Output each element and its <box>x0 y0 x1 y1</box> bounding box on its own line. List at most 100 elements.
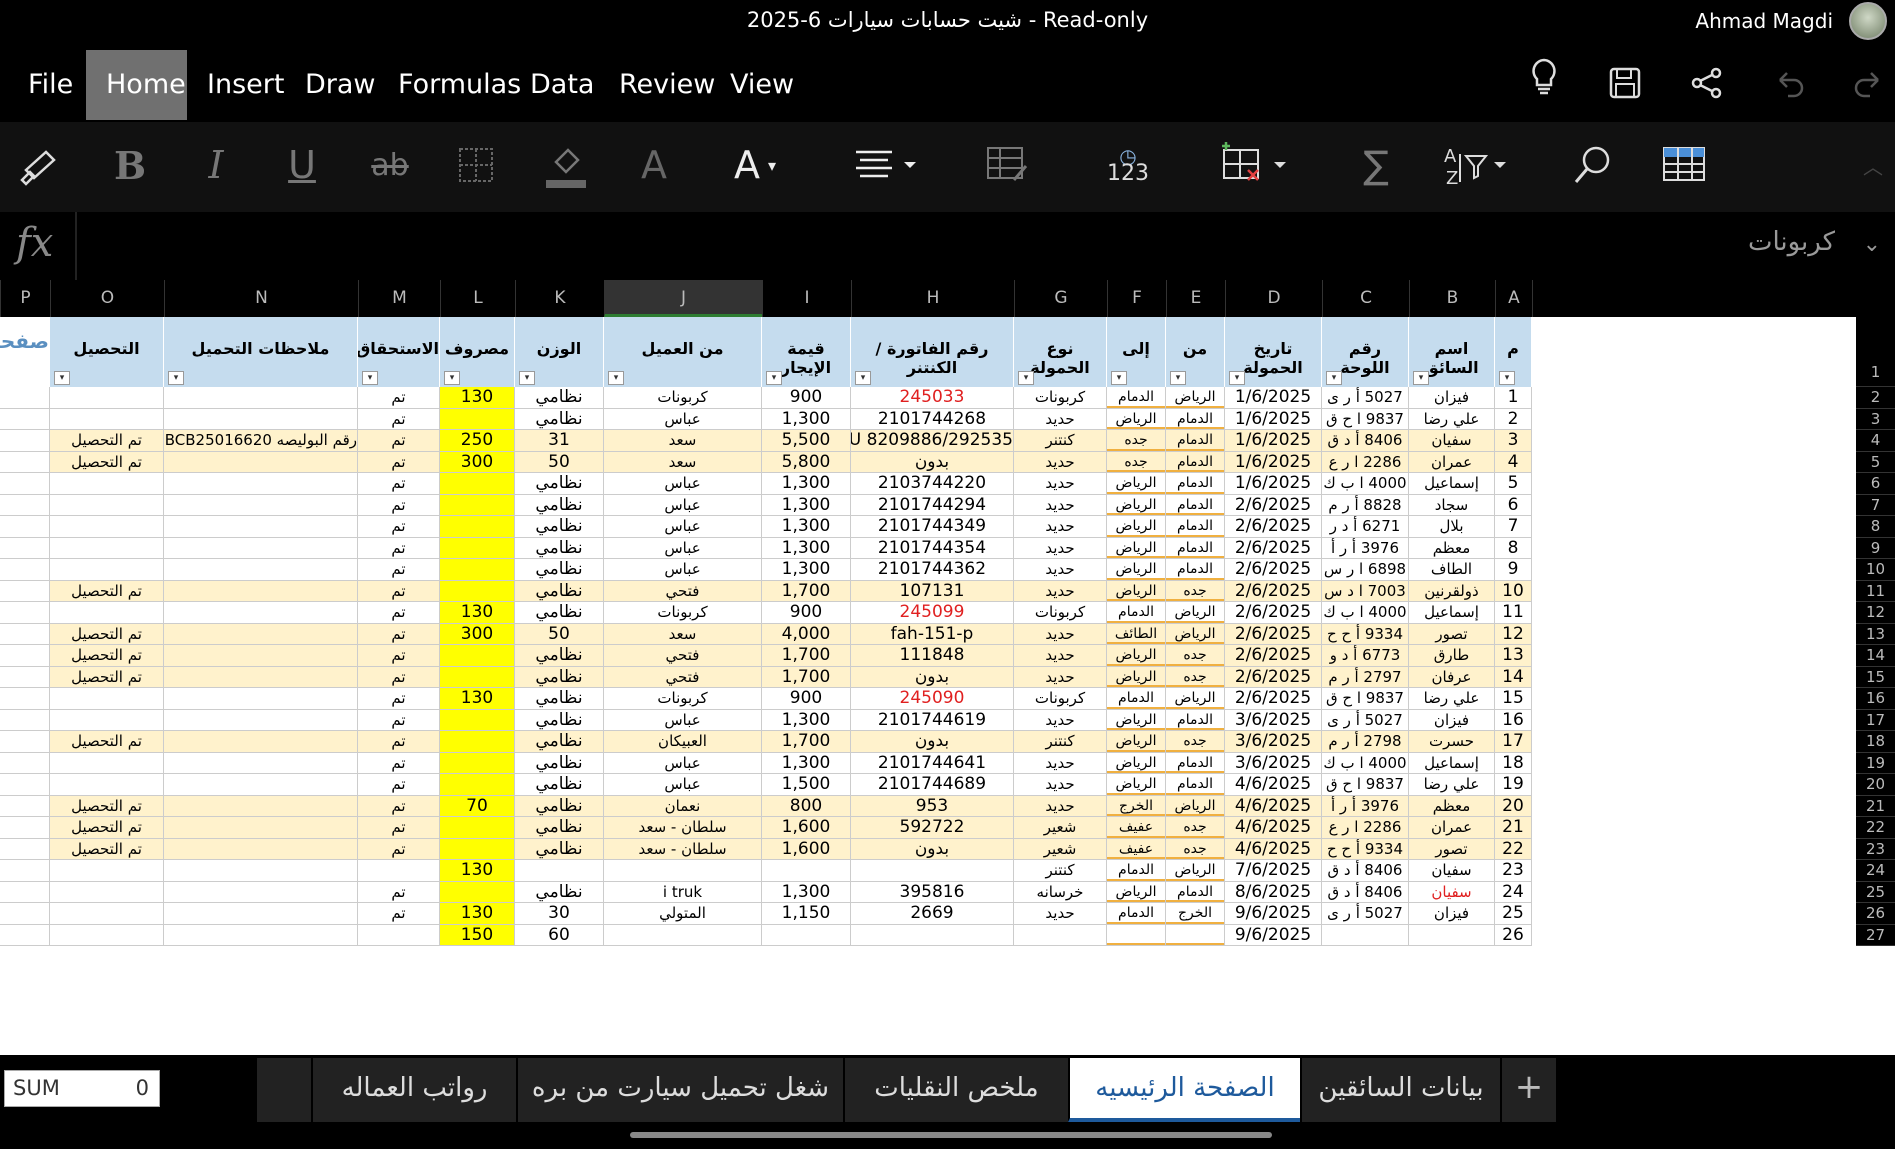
table-row[interactable]: 21 عمران 2286 ا ر ع 4/6/2025 جده عفيف شعير 5927… <box>0 817 1895 839</box>
cell-a[interactable]: 10 <box>1495 580 1532 602</box>
table-row[interactable]: 12 تصور 9334 أ ح ح 2/6/2025 الرياض الطائف حديد… <box>0 623 1895 645</box>
cell-g[interactable]: كنتنر <box>1014 860 1107 882</box>
cell-p[interactable] <box>0 881 50 903</box>
cell-k[interactable]: 30 <box>515 903 604 925</box>
cell-i[interactable]: 4,000 <box>762 623 851 645</box>
cell-g[interactable]: كربونات <box>1014 688 1107 710</box>
row-number[interactable]: 20 <box>1856 774 1895 796</box>
cell-h[interactable]: 395816 <box>851 881 1014 903</box>
cell-d[interactable]: 2/6/2025 <box>1225 494 1322 516</box>
cell-i[interactable]: 1,700 <box>762 645 851 667</box>
header-cell-i[interactable]: قيمة الإيجار ▾ <box>762 317 851 387</box>
cell-j[interactable]: المتولي <box>604 903 762 925</box>
row-number[interactable]: 13 <box>1856 623 1895 645</box>
header-cell-g[interactable]: نوع الحمولة ▾ <box>1014 317 1107 387</box>
cell-m[interactable]: تم <box>358 709 440 731</box>
cell-p[interactable] <box>0 709 50 731</box>
cell-c[interactable]: 6773 أ د و <box>1322 645 1409 667</box>
cell-c[interactable]: 8406 أ د ق <box>1322 430 1409 452</box>
filter-dropdown-icon[interactable]: ▾ <box>1170 371 1186 385</box>
cell-m[interactable]: تم <box>358 559 440 581</box>
cell-o[interactable] <box>50 559 164 581</box>
undo-icon[interactable] <box>1772 68 1806 98</box>
font-color-icon[interactable]: A ▾ <box>720 140 790 190</box>
cell-f[interactable]: الرياض <box>1107 559 1166 581</box>
cell-d[interactable]: 2/6/2025 <box>1225 516 1322 538</box>
cell-c[interactable]: 8406 أ د ق <box>1322 860 1409 882</box>
underline-icon[interactable]: U <box>282 140 322 190</box>
cell-d[interactable]: 3/6/2025 <box>1225 709 1322 731</box>
cell-o[interactable] <box>50 602 164 624</box>
column-letter-a[interactable]: A <box>1495 280 1532 317</box>
cell-m[interactable]: تم <box>358 537 440 559</box>
share-icon[interactable] <box>1690 66 1724 100</box>
cell-i[interactable]: 800 <box>762 795 851 817</box>
cell-e[interactable]: الرياض <box>1166 688 1225 710</box>
cell-g[interactable] <box>1014 924 1107 946</box>
cell-a[interactable]: 21 <box>1495 817 1532 839</box>
cell-n[interactable] <box>164 666 358 688</box>
cell-o[interactable]: تم التحصيل <box>50 731 164 753</box>
cell-h[interactable]: 2101744354 <box>851 537 1014 559</box>
borders-icon[interactable] <box>456 140 496 190</box>
row-number[interactable]: 24 <box>1856 860 1895 882</box>
table-row[interactable]: 17 حسرت 2798 أ ر م 3/6/2025 جده الرياض كنتنر بد… <box>0 731 1895 753</box>
cell-m[interactable]: تم <box>358 903 440 925</box>
cell-o[interactable]: تم التحصيل <box>50 795 164 817</box>
cell-i[interactable]: 1,300 <box>762 709 851 731</box>
cell-f[interactable]: عفيف <box>1107 838 1166 860</box>
table-row[interactable]: 25 فيزان 5027 أ ر ى 9/6/2025 الخرج الدمام حديد… <box>0 903 1895 925</box>
cell-f[interactable]: الدمام <box>1107 903 1166 925</box>
cell-a[interactable]: 25 <box>1495 903 1532 925</box>
cell-l[interactable]: 150 <box>440 924 515 946</box>
cell-h[interactable] <box>851 860 1014 882</box>
cell-g[interactable]: حديد <box>1014 559 1107 581</box>
column-letter-j[interactable]: J <box>604 280 762 317</box>
cell-c[interactable]: 8406 أ د ق <box>1322 881 1409 903</box>
cell-c[interactable]: 5027 أ ر ى <box>1322 387 1409 409</box>
cell-b[interactable]: معظم <box>1409 795 1495 817</box>
cell-h[interactable]: 245033 <box>851 387 1014 409</box>
autosum-icon[interactable]: ∑ <box>1356 140 1396 190</box>
cell-a[interactable]: 12 <box>1495 623 1532 645</box>
cell-c[interactable]: 2286 ا ر ع <box>1322 817 1409 839</box>
cell-j[interactable]: سعد <box>604 623 762 645</box>
column-letter-d[interactable]: D <box>1225 280 1322 317</box>
cell-l[interactable]: 130 <box>440 387 515 409</box>
column-letter-h[interactable]: H <box>851 280 1014 317</box>
cell-h[interactable]: 2101744689 <box>851 774 1014 796</box>
cell-h[interactable]: 2101744294 <box>851 494 1014 516</box>
cell-c[interactable]: 2286 ا ر ع <box>1322 451 1409 473</box>
cell-j[interactable]: كربونات <box>604 602 762 624</box>
cell-n[interactable] <box>164 903 358 925</box>
row-number[interactable]: 26 <box>1856 903 1895 925</box>
cell-i[interactable] <box>762 860 851 882</box>
header-cell-a[interactable]: م ▾ <box>1495 317 1532 387</box>
cell-a[interactable]: 22 <box>1495 838 1532 860</box>
cell-p[interactable] <box>0 451 50 473</box>
cell-i[interactable]: 1,300 <box>762 752 851 774</box>
cell-e[interactable]: جده <box>1166 731 1225 753</box>
row-number[interactable]: 25 <box>1856 881 1895 903</box>
align-icon[interactable] <box>852 140 922 190</box>
cell-k[interactable]: نظامي <box>515 881 604 903</box>
cell-p[interactable] <box>0 903 50 925</box>
cell-l[interactable] <box>440 408 515 430</box>
cell-m[interactable]: تم <box>358 838 440 860</box>
cell-k[interactable]: نظامي <box>515 537 604 559</box>
filter-dropdown-icon[interactable]: ▾ <box>1229 371 1245 385</box>
cell-b[interactable]: طارق <box>1409 645 1495 667</box>
cell-h[interactable]: بدون <box>851 666 1014 688</box>
cell-p[interactable] <box>0 795 50 817</box>
cell-p[interactable] <box>0 430 50 452</box>
column-letter-c[interactable]: C <box>1322 280 1409 317</box>
cell-c[interactable]: 9837 ا ح ق <box>1322 408 1409 430</box>
table-row[interactable]: 24 سفيان 8406 أ د ق 8/6/2025 الدمام الرياض خرس… <box>0 881 1895 903</box>
cell-g[interactable]: حديد <box>1014 451 1107 473</box>
filter-dropdown-icon[interactable]: ▾ <box>766 371 782 385</box>
cell-k[interactable]: نظامي <box>515 580 604 602</box>
cell-d[interactable]: 2/6/2025 <box>1225 623 1322 645</box>
column-letter-i[interactable]: I <box>762 280 851 317</box>
cell-n[interactable] <box>164 602 358 624</box>
cell-p[interactable] <box>0 752 50 774</box>
